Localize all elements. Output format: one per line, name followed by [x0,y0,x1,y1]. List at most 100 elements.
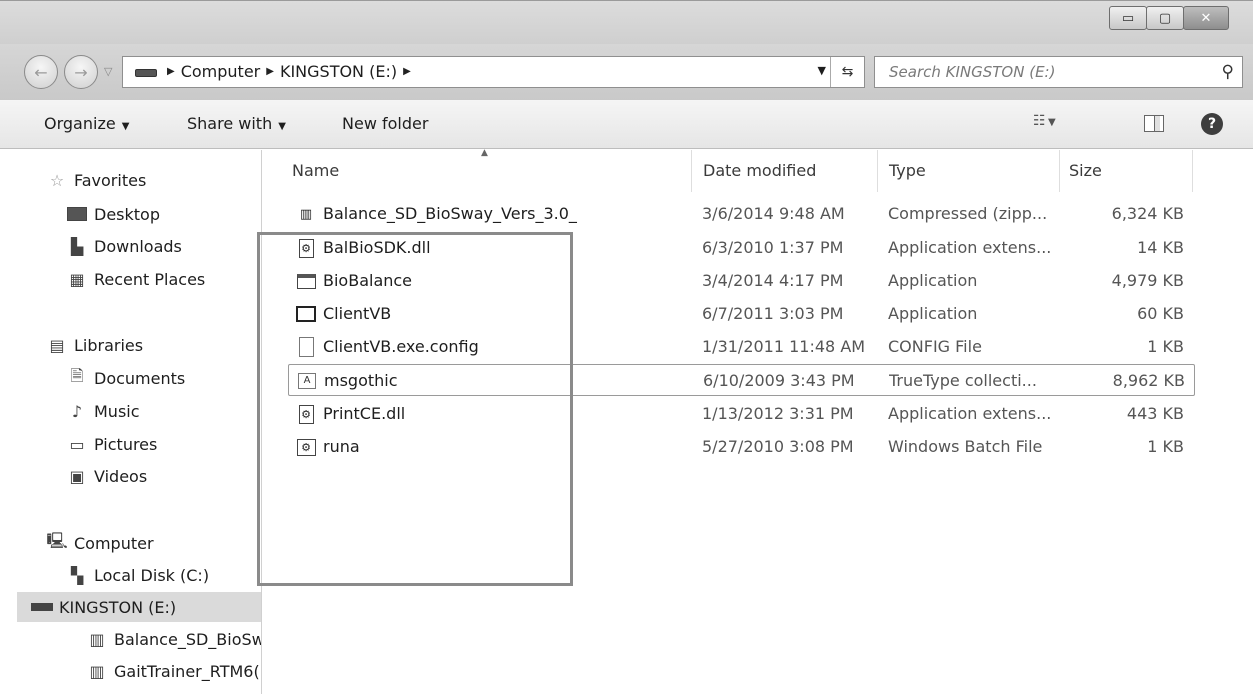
file-row[interactable]: ⚙ PrintCE.dll 1/13/2012 3:31 PM Applicat… [288,398,1195,430]
maximize-button[interactable]: ▢ [1146,6,1184,30]
star-icon: ☆ [49,170,65,190]
batch-file-icon: ⚙ [296,437,316,457]
file-row[interactable]: BioBalance 3/4/2014 4:17 PM Application … [288,265,1195,297]
nav-local-disk[interactable]: ▚ Local Disk (C:) [66,560,209,590]
recent-places-icon: ▦ [69,269,85,289]
nav-computer[interactable]: 🖳 Computer [46,528,153,558]
chevron-right-icon[interactable]: ▶ [403,66,411,77]
nav-recent-places[interactable]: ▦ Recent Places [66,264,205,294]
file-type: CONFIG File [888,337,982,356]
usb-drive-icon [31,597,53,617]
nav-downloads[interactable]: ▙ Downloads [66,231,182,261]
file-date: 6/3/2010 1:37 PM [702,238,844,257]
change-view-button[interactable]: ☷ ▼ [1033,113,1056,129]
file-icon [296,337,316,357]
column-date-modified[interactable]: Date modified [703,161,816,180]
nav-kingston-drive[interactable]: KINGSTON (E:) [17,592,261,622]
zip-folder-icon: ▥ [89,629,105,649]
file-row[interactable]: ClientVB 6/7/2011 3:03 PM Application 60… [288,298,1195,330]
font-icon: A [297,371,317,391]
organize-button[interactable]: Organize ▼ [44,114,129,133]
file-name: PrintCE.dll [323,404,406,423]
forward-button[interactable]: → [64,55,98,89]
minimize-button[interactable]: ▭ [1109,6,1147,30]
chevron-right-icon[interactable]: ▶ [266,66,274,77]
address-bar[interactable]: ▶ Computer ▶ KINGSTON (E:) ▶ ▼ ⇆ [122,56,865,88]
column-divider[interactable] [1192,150,1193,192]
pictures-icon: ▭ [69,434,85,454]
file-date: 3/6/2014 9:48 AM [702,204,845,223]
address-row: ← → ▽ ▶ Computer ▶ KINGSTON (E:) ▶ ▼ ⇆ S… [0,44,1253,100]
nav-videos[interactable]: ▣ Videos [66,461,147,491]
file-date: 3/4/2014 4:17 PM [702,271,844,290]
column-divider[interactable] [691,150,692,192]
drive-icon [135,69,157,77]
title-bar: ▭ ▢ ✕ [0,0,1253,44]
file-row[interactable]: ▥ Balance_SD_BioSway_Vers_3.0_ 3/6/2014 … [288,198,1195,230]
back-button[interactable]: ← [24,55,58,89]
application-icon [296,271,316,291]
column-size[interactable]: Size [1069,161,1102,180]
close-button[interactable]: ✕ [1183,6,1229,30]
file-size: 8,962 KB [1112,371,1185,390]
file-type: Windows Batch File [888,437,1043,456]
search-input[interactable]: Search KINGSTON (E:) ⚲ [874,56,1243,88]
nav-favorites[interactable]: ☆ Favorites [46,165,146,195]
computer-icon: 🖳 [46,530,68,550]
chevron-right-icon[interactable]: ▶ [167,66,175,77]
new-folder-button[interactable]: New folder [342,114,428,133]
preview-pane-icon[interactable] [1144,115,1164,132]
search-icon[interactable]: ⚲ [1222,62,1234,82]
column-divider[interactable] [1059,150,1060,192]
dll-icon: ⚙ [296,238,316,258]
nav-sub-balance[interactable]: ▥ Balance_SD_BioSw [86,624,261,654]
file-type: Application extens... [888,404,1052,423]
refresh-icon: ⇆ [841,64,854,80]
file-name: BioBalance [323,271,413,290]
file-row[interactable]: ClientVB.exe.config 1/31/2011 11:48 AM C… [288,331,1195,363]
application-icon [296,304,316,324]
share-with-button[interactable]: Share with ▼ [187,114,286,133]
minimize-icon: ▭ [1121,10,1135,26]
file-name: msgothic [324,371,398,390]
file-type: Application [888,271,978,290]
file-row-hovered[interactable]: A msgothic 6/10/2009 3:43 PM TrueType co… [288,364,1195,396]
nav-documents[interactable]: 🗎 Documents [66,363,186,393]
file-date: 1/31/2011 11:48 AM [702,337,866,356]
nav-music[interactable]: ♪ Music [66,396,140,426]
file-date: 6/10/2009 3:43 PM [703,371,855,390]
file-date: 6/7/2011 3:03 PM [702,304,844,323]
file-row[interactable]: ⚙ BalBioSDK.dll 6/3/2010 1:37 PM Applica… [288,232,1195,264]
nav-libraries[interactable]: ▤ Libraries [46,330,143,360]
nav-pictures[interactable]: ▭ Pictures [66,429,157,459]
file-type: Compressed (zipp... [888,204,1048,223]
nav-sub-gaittrainer[interactable]: ▥ GaitTrainer_RTM6( [86,656,259,686]
file-size: 60 KB [1137,304,1184,323]
dll-icon: ⚙ [296,404,316,424]
zip-folder-icon: ▥ [89,661,105,681]
file-row[interactable]: ⚙ runa 5/27/2010 3:08 PM Windows Batch F… [288,431,1195,463]
file-name: ClientVB.exe.config [323,337,479,356]
column-divider[interactable] [877,150,878,192]
column-header: ▲ Name Date modified Type Size [263,148,1253,192]
column-type[interactable]: Type [889,161,926,180]
chevron-down-icon: ▼ [121,121,130,132]
file-size: 4,979 KB [1111,271,1184,290]
column-name[interactable]: Name [292,161,339,180]
file-name: ClientVB [323,304,392,323]
address-history-dropdown[interactable]: ▼ [818,64,826,77]
refresh-button[interactable]: ⇆ [830,57,864,87]
file-size: 1 KB [1147,437,1184,456]
help-icon[interactable]: ? [1201,113,1223,135]
music-icon: ♪ [71,401,83,421]
file-size: 1 KB [1147,337,1184,356]
downloads-folder-icon: ▙ [70,236,84,256]
nav-desktop[interactable]: Desktop [66,199,160,229]
breadcrumb-kingston[interactable]: KINGSTON (E:) [274,62,403,81]
breadcrumb-computer[interactable]: Computer [175,62,267,81]
maximize-icon: ▢ [1158,10,1172,26]
libraries-icon: ▤ [49,335,65,355]
forward-arrow-icon: → [74,62,88,82]
recent-pages-dropdown[interactable]: ▽ [104,65,112,78]
file-size: 443 KB [1126,404,1184,423]
